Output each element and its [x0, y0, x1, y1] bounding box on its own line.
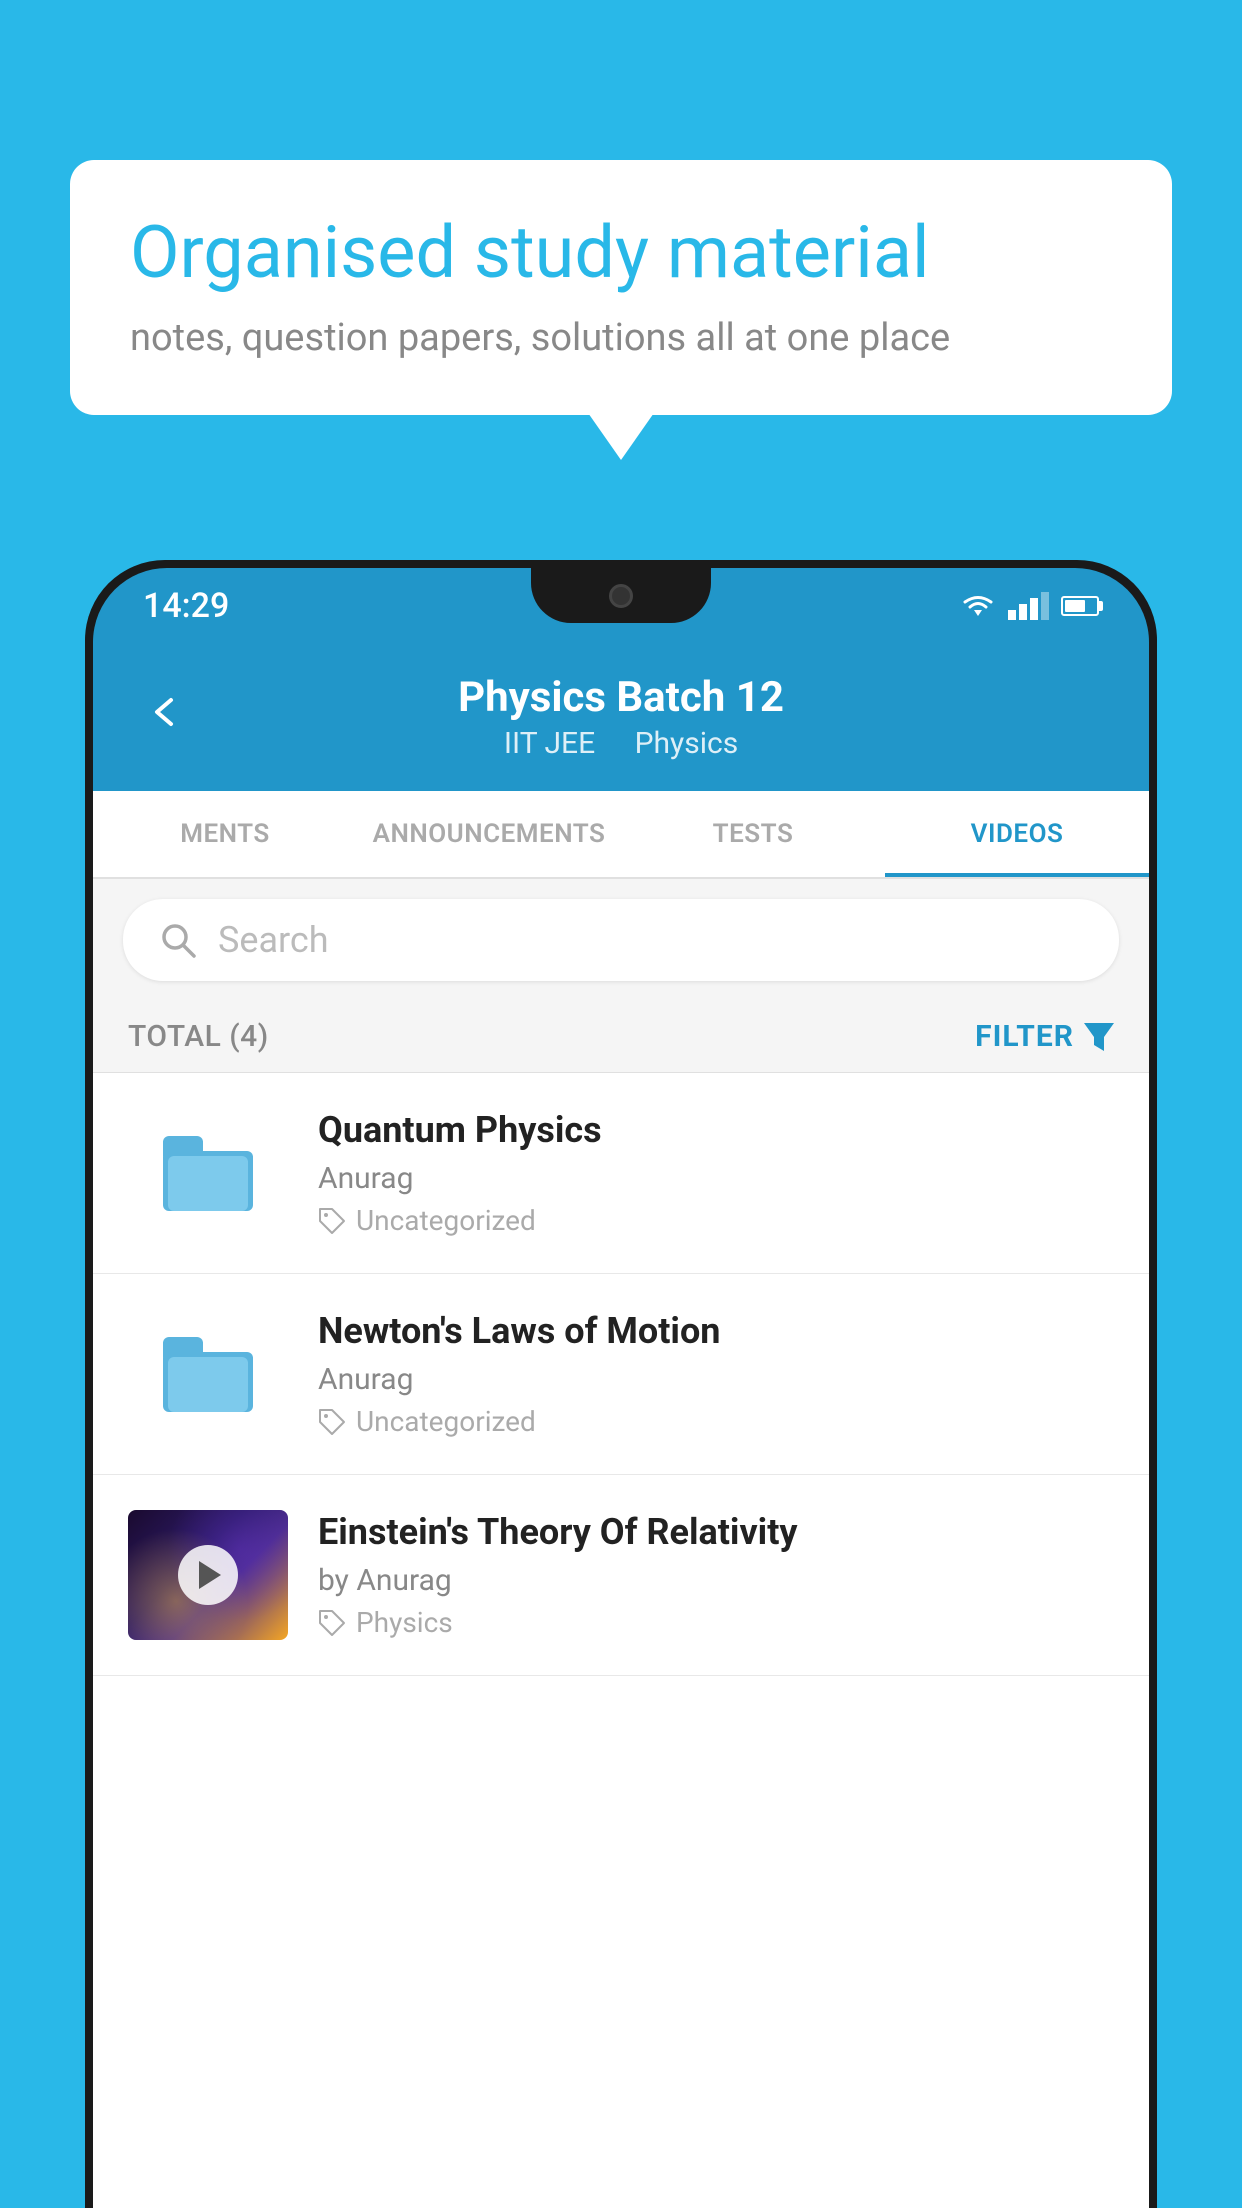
- play-button[interactable]: [178, 1545, 238, 1605]
- tag-icon: [318, 1207, 346, 1235]
- tag-icon: [318, 1609, 346, 1637]
- folder-icon: [163, 1337, 253, 1412]
- speech-bubble-container: Organised study material notes, question…: [70, 160, 1172, 415]
- status-bar: 14:29: [93, 568, 1149, 643]
- video-author: by Anurag: [318, 1563, 1114, 1598]
- header-subtitle-part1: IIT JEE: [504, 726, 595, 761]
- video-title: Quantum Physics: [318, 1109, 1114, 1151]
- video-info-3: Einstein's Theory Of Relativity by Anura…: [318, 1511, 1114, 1639]
- video-tag: Uncategorized: [318, 1405, 1114, 1438]
- list-item[interactable]: Newton's Laws of Motion Anurag Uncategor…: [93, 1274, 1149, 1475]
- phone-frame: 14:29: [85, 560, 1157, 2208]
- app-header: Physics Batch 12 IIT JEE Physics: [93, 643, 1149, 791]
- back-button[interactable]: [143, 691, 183, 743]
- video-tag: Physics: [318, 1606, 1114, 1639]
- video-tag: Uncategorized: [318, 1204, 1114, 1237]
- search-placeholder[interactable]: Search: [218, 919, 1084, 961]
- tabs-bar: MENTS ANNOUNCEMENTS TESTS VIDEOS: [93, 791, 1149, 879]
- filter-icon: [1084, 1023, 1114, 1051]
- wifi-icon: [960, 592, 996, 620]
- speech-bubble: Organised study material notes, question…: [70, 160, 1172, 415]
- video-thumb-einstein: [128, 1510, 288, 1640]
- notch: [531, 568, 711, 623]
- tab-videos[interactable]: VIDEOS: [885, 791, 1149, 877]
- camera-dot: [609, 584, 633, 608]
- tag-value: Uncategorized: [356, 1204, 536, 1237]
- play-triangle-icon: [199, 1561, 221, 1589]
- header-subtitle: IIT JEE Physics: [213, 726, 1029, 761]
- video-thumb-folder-1: [128, 1108, 288, 1238]
- header-title-group: Physics Batch 12 IIT JEE Physics: [213, 673, 1029, 761]
- signal-bars-icon: [1008, 592, 1049, 620]
- battery-icon: [1061, 596, 1099, 616]
- header-title: Physics Batch 12: [213, 673, 1029, 722]
- video-thumb-folder-2: [128, 1309, 288, 1439]
- status-time: 14:29: [143, 586, 229, 626]
- tag-value: Uncategorized: [356, 1405, 536, 1438]
- search-bar-container: Search: [93, 879, 1149, 1001]
- tag-value: Physics: [356, 1606, 453, 1639]
- video-title: Einstein's Theory Of Relativity: [318, 1511, 1114, 1553]
- list-item[interactable]: Einstein's Theory Of Relativity by Anura…: [93, 1475, 1149, 1676]
- search-bar[interactable]: Search: [123, 899, 1119, 981]
- filter-button[interactable]: FILTER: [975, 1019, 1114, 1054]
- status-icons: [960, 592, 1099, 620]
- video-list: Quantum Physics Anurag Uncategorized: [93, 1073, 1149, 2208]
- tab-ments[interactable]: MENTS: [93, 791, 357, 877]
- app-content: Physics Batch 12 IIT JEE Physics MENTS A…: [93, 643, 1149, 2208]
- video-title: Newton's Laws of Motion: [318, 1310, 1114, 1352]
- video-author: Anurag: [318, 1161, 1114, 1196]
- video-info-1: Quantum Physics Anurag Uncategorized: [318, 1109, 1114, 1237]
- bubble-subtitle: notes, question papers, solutions all at…: [130, 316, 1112, 360]
- header-subtitle-part2: Physics: [635, 726, 739, 761]
- filter-bar: TOTAL (4) FILTER: [93, 1001, 1149, 1073]
- video-info-2: Newton's Laws of Motion Anurag Uncategor…: [318, 1310, 1114, 1438]
- bubble-title: Organised study material: [130, 210, 1112, 296]
- tab-announcements[interactable]: ANNOUNCEMENTS: [357, 791, 621, 877]
- tab-tests[interactable]: TESTS: [621, 791, 885, 877]
- folder-icon: [163, 1136, 253, 1211]
- list-item[interactable]: Quantum Physics Anurag Uncategorized: [93, 1073, 1149, 1274]
- filter-label: FILTER: [975, 1019, 1074, 1054]
- tag-icon: [318, 1408, 346, 1436]
- video-author: Anurag: [318, 1362, 1114, 1397]
- total-count: TOTAL (4): [128, 1019, 269, 1054]
- phone-inner: 14:29: [93, 568, 1149, 2208]
- search-icon: [158, 920, 198, 960]
